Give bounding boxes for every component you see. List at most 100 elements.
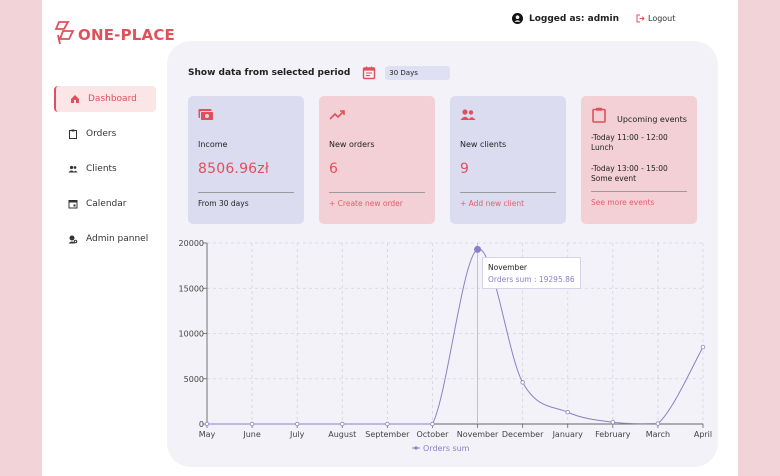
sidebar-item-orders[interactable]: Orders [54,121,156,147]
sidebar-item-dashboard[interactable]: Dashboard [54,86,156,112]
money-icon [198,109,214,121]
event-name: Some event [591,174,637,183]
period-select[interactable]: 30 Days [385,66,451,80]
calendar-icon [363,66,376,80]
clients-card: New clients 9 + Add new client [450,96,566,224]
people-icon [68,165,78,173]
x-tick-label: August [328,430,356,439]
data-point-active [474,245,482,253]
y-axis: 0 5000 10000 15000 20000 [179,239,208,429]
card-title: Income [198,140,228,149]
y-tick-label: 20000 [179,239,204,248]
orders-value: 6 [329,161,339,177]
event-name: Lunch [591,143,614,152]
event-time: -Today 13:00 - 15:00 [591,164,668,173]
admin-gear-icon [68,235,78,244]
clients-value: 9 [460,161,470,177]
sidebar-item-label: Clients [86,164,117,174]
income-footer: From 30 days [198,199,249,208]
period-label: Show data from selected period [188,68,351,78]
people-icon [460,109,476,120]
sidebar-item-clients[interactable]: Clients [54,156,156,182]
chart-grid [207,242,704,424]
tooltip-text: Orders sum : 19295.86 [488,275,575,284]
income-value: 8506.96zł [198,161,270,177]
data-point [520,380,525,385]
x-tick-label: May [199,430,216,439]
logo-icon [54,21,75,45]
data-point [565,410,570,415]
sidebar-item-label: Dashboard [88,94,137,104]
series-line [207,248,704,425]
data-point [294,421,300,427]
sidebar-item-label: Admin pannel [86,234,149,244]
card-title: New orders [329,140,375,149]
chart-tooltip: November Orders sum : 19295.86 [482,257,581,289]
x-tick-label: February [595,430,631,439]
data-point [204,421,210,427]
logo-text: ONE-PLACE [78,26,175,44]
y-tick-label: 15000 [179,284,204,293]
x-tick-label: September [365,430,410,439]
x-tick-label: June [242,430,261,439]
logo[interactable]: ONE-PLACE [54,20,175,46]
orders-chart: 0 5000 10000 15000 20000 May June July August Se… [179,239,713,453]
trending-up-icon [329,110,345,120]
see-more-events-link[interactable]: See more events [591,198,687,207]
data-point [340,421,345,427]
user-info: Logged as: admin [512,13,619,24]
main-panel: Show data from selected period 30 Days I… [167,41,718,467]
event-list: -Today 11:00 - 12:00 Lunch -Today 13:00 … [591,133,687,184]
sidebar: Dashboard Orders Clients Calendar Admin … [54,86,156,261]
sidebar-item-calendar[interactable]: Calendar [54,191,156,217]
sidebar-item-label: Orders [86,129,117,139]
logout-icon [636,14,645,23]
chart-legend: Orders sum [412,444,470,453]
data-point [249,421,255,427]
y-tick-label: 5000 [184,375,204,384]
x-tick-label: April [694,430,712,439]
data-point [610,419,616,425]
add-client-link[interactable]: + Add new client [460,199,556,208]
x-axis: May June July August September October Novembe… [199,423,712,439]
y-tick-label: 0 [199,420,204,429]
events-card: Upcoming events -Today 11:00 - 12:00 Lun… [581,96,697,224]
data-point [700,344,706,350]
logout-button[interactable]: Logout [636,14,675,23]
x-tick-label: January [552,430,584,439]
orders-sum-series [204,243,706,427]
topbar: Logged as: admin Logout [512,13,675,24]
user-icon [512,13,523,24]
x-tick-label: July [289,430,305,439]
app-window: ONE-PLACE Logged as: admin Logout Dashbo… [42,0,738,476]
sidebar-item-admin[interactable]: Admin pannel [54,226,156,252]
x-tick-label: October [416,430,449,439]
x-tick-label: November [457,430,499,439]
x-tick-label: March [646,430,670,439]
card-title: Upcoming events [617,115,687,124]
clipboard-icon [592,107,606,123]
y-tick-label: 10000 [179,330,204,339]
divider [329,192,425,193]
orders-card: New orders 6 + Create new order [319,96,435,224]
logout-label: Logout [648,14,676,23]
sidebar-item-label: Calendar [86,199,127,209]
income-card: Income 8506.96zł From 30 days [188,96,304,224]
period-selector: Show data from selected period 30 Days [188,66,451,80]
x-tick-label: December [502,430,544,439]
user-label: Logged as: admin [529,13,620,24]
card-title: New clients [460,140,507,149]
data-point [655,421,661,426]
divider [591,191,687,192]
event-item[interactable]: -Today 11:00 - 12:00 Lunch [591,133,687,153]
tooltip-title: November [488,263,528,272]
create-order-link[interactable]: + Create new order [329,199,425,208]
event-item[interactable]: -Today 13:00 - 15:00 Some event [591,164,687,184]
clipboard-icon [69,129,77,139]
legend-marker [414,446,418,450]
home-icon [71,95,79,103]
divider [460,192,556,193]
calendar-icon [68,200,78,209]
data-point [430,421,435,427]
divider [198,192,294,193]
